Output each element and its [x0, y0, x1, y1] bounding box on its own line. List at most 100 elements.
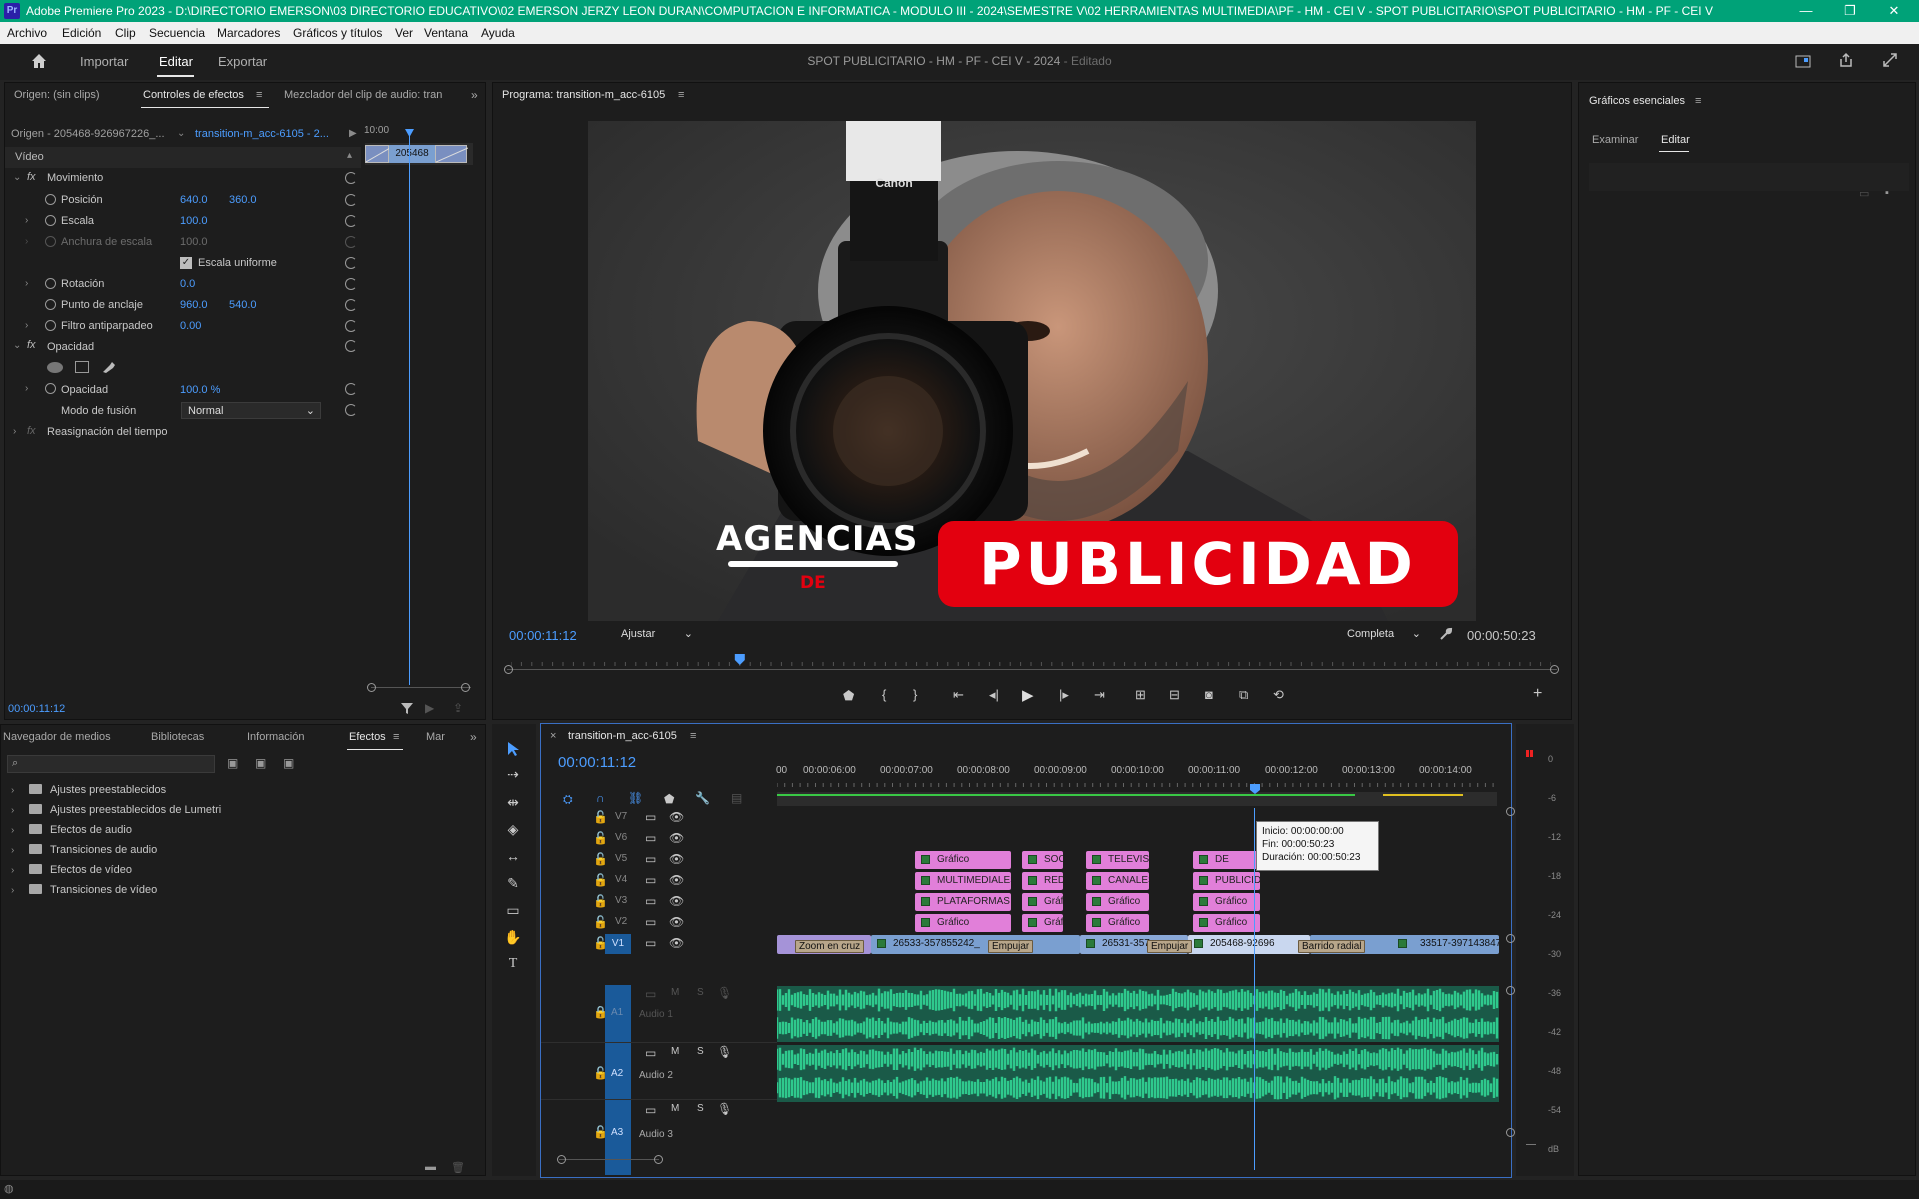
tab-informacion[interactable]: Información	[247, 731, 304, 743]
sync-lock-icon[interactable]: ▭	[645, 852, 656, 866]
fit-select[interactable]: Ajustar ⌄	[615, 626, 697, 644]
solo-button[interactable]: S	[697, 987, 704, 998]
eye-icon[interactable]: 👁	[669, 915, 684, 929]
lock-icon[interactable]: 🔓	[593, 810, 608, 824]
snap-icon[interactable]: ∩	[596, 791, 605, 805]
pen-tool-icon[interactable]: ✎	[502, 875, 524, 895]
menu-ventana[interactable]: Ventana	[424, 26, 468, 40]
32bit-effects-icon[interactable]: ▣	[255, 756, 266, 770]
eye-icon[interactable]: 👁	[669, 873, 684, 887]
comparison-view-icon[interactable]: ⧉	[1239, 687, 1248, 703]
rectangle-tool-icon[interactable]: ▭	[502, 902, 524, 922]
reset-icon[interactable]	[345, 278, 357, 290]
eye-icon[interactable]: 👁	[669, 936, 684, 950]
mic-icon[interactable]: 🎙	[717, 1045, 732, 1059]
timeline-timecode[interactable]: 00:00:11:12	[558, 754, 636, 771]
lift-icon[interactable]: ⊞	[1135, 687, 1146, 703]
expand-opacity-icon[interactable]: ⌄	[13, 340, 21, 351]
menu-archivo[interactable]: Archivo	[7, 26, 47, 40]
close-sequence-icon[interactable]: ×	[550, 730, 556, 742]
wrench-icon[interactable]	[1439, 627, 1453, 641]
menu-graficos[interactable]: Gráficos y títulos	[293, 26, 382, 40]
expand-icon[interactable]: ›	[25, 383, 28, 394]
sync-lock-icon[interactable]: ▭	[645, 810, 656, 824]
captions-icon[interactable]: ▤	[731, 791, 742, 805]
expand-icon[interactable]: ›	[11, 885, 14, 896]
sync-lock-icon[interactable]: ▭	[645, 915, 656, 929]
h-scroll-handle-left[interactable]	[557, 1155, 566, 1164]
graphic-clip[interactable]: CANALES	[1086, 872, 1149, 890]
play-icon[interactable]: ▶	[1022, 686, 1034, 704]
stopwatch-icon[interactable]	[45, 383, 56, 394]
graphic-clip[interactable]: RED	[1022, 872, 1063, 890]
opacity-value[interactable]: 100.0 %	[180, 384, 220, 396]
clip-block[interactable]: 205468	[389, 145, 435, 163]
effects-search-input[interactable]: ⌕	[7, 755, 215, 773]
accelerated-effects-icon[interactable]: ▣	[227, 756, 238, 770]
tab-controles-efectos[interactable]: Controles de efectos	[143, 89, 244, 101]
lock-icon[interactable]: 🔓	[593, 1125, 608, 1139]
tab-examinar[interactable]: Examinar	[1592, 134, 1638, 146]
mute-button[interactable]: M	[671, 987, 679, 998]
stopwatch-icon[interactable]	[45, 278, 56, 289]
sync-lock-icon[interactable]: ▭	[645, 1103, 656, 1117]
eye-icon[interactable]: 👁	[669, 894, 684, 908]
fullscreen-icon[interactable]	[1882, 52, 1898, 68]
timeline-ruler[interactable]: 00 00:00:06:00 00:00:07:00 00:00:08:00 00:0…	[776, 761, 1497, 787]
expand-icon[interactable]: ›	[11, 845, 14, 856]
proxy-toggle-icon[interactable]: ⟲	[1273, 687, 1284, 703]
go-to-out-icon[interactable]: ⇥	[1094, 687, 1105, 703]
sequence-label[interactable]: transition-m_acc-6105 - 2...	[195, 128, 329, 140]
mic-icon[interactable]: 🎙	[717, 986, 732, 1000]
tab-origen[interactable]: Origen: (sin clips)	[14, 89, 100, 101]
graphic-clip[interactable]: Gráfico	[1193, 914, 1260, 932]
selection-tool-icon[interactable]	[506, 741, 520, 757]
sync-lock-icon[interactable]: ▭	[645, 936, 656, 950]
ripple-edit-tool-icon[interactable]: ⇹	[502, 794, 524, 814]
new-layer-icon[interactable]: ▭	[1859, 187, 1869, 200]
export-icon[interactable]: ⇪	[453, 701, 463, 715]
anchor-y-value[interactable]: 540.0	[229, 299, 257, 311]
graphic-clip[interactable]: Gráfico	[915, 851, 1011, 869]
tab-marcadores[interactable]: Mar	[426, 731, 445, 743]
mark-out-icon[interactable]: }	[913, 687, 917, 702]
transition-barrido-radial[interactable]: Barrido radial	[1298, 940, 1366, 953]
slip-tool-icon[interactable]: ↔	[502, 848, 524, 868]
graphic-clip[interactable]: Gráfico	[1086, 893, 1149, 911]
stopwatch-icon[interactable]	[45, 215, 56, 226]
expand-icon[interactable]: ›	[11, 785, 14, 796]
graphic-clip[interactable]: Gráfi	[1022, 914, 1063, 932]
graphic-clip[interactable]: Gráfi	[1022, 893, 1063, 911]
reset-motion-icon[interactable]	[345, 172, 357, 184]
graphic-clip[interactable]: Gráfico	[1086, 914, 1149, 932]
menu-ver[interactable]: Ver	[395, 26, 413, 40]
sync-lock-icon[interactable]: ▭	[645, 1046, 656, 1060]
expand-icon[interactable]: ›	[11, 865, 14, 876]
panel-menu-icon[interactable]: ≡	[690, 730, 696, 742]
expand-icon[interactable]: ›	[11, 825, 14, 836]
step-back-icon[interactable]: ◂|	[989, 687, 999, 703]
mute-button[interactable]: M	[671, 1046, 679, 1057]
zoom-handle-left[interactable]	[504, 665, 513, 674]
track-label[interactable]: A3	[611, 1127, 623, 1138]
graphic-clip[interactable]: DE	[1193, 851, 1260, 869]
scale-value[interactable]: 100.0	[180, 215, 208, 227]
zoom-handle-right[interactable]	[1550, 665, 1559, 674]
menu-ayuda[interactable]: Ayuda	[481, 26, 515, 40]
reset-icon[interactable]	[345, 404, 357, 416]
stopwatch-icon[interactable]	[45, 194, 56, 205]
minimize-icon[interactable]: —	[1784, 2, 1828, 20]
video-clip[interactable]: 26533-357855242_	[871, 935, 1080, 954]
reset-icon[interactable]	[345, 383, 357, 395]
new-bin-icon[interactable]: ▬	[425, 1161, 436, 1173]
anchor-x-value[interactable]: 960.0	[180, 299, 208, 311]
expand-motion-icon[interactable]: ⌄	[13, 172, 21, 183]
rectangle-mask-icon[interactable]	[75, 361, 89, 373]
more-panels-icon[interactable]: »	[471, 88, 478, 102]
step-forward-icon[interactable]: |▸	[1059, 687, 1069, 703]
track-label[interactable]: A1	[611, 1007, 623, 1018]
add-marker-icon[interactable]: ⬟	[664, 792, 674, 806]
v-scroll-handle-top[interactable]	[1506, 807, 1515, 816]
list-item[interactable]: › Transiciones de audio	[1, 841, 481, 861]
mark-in-icon[interactable]: {	[882, 687, 886, 702]
